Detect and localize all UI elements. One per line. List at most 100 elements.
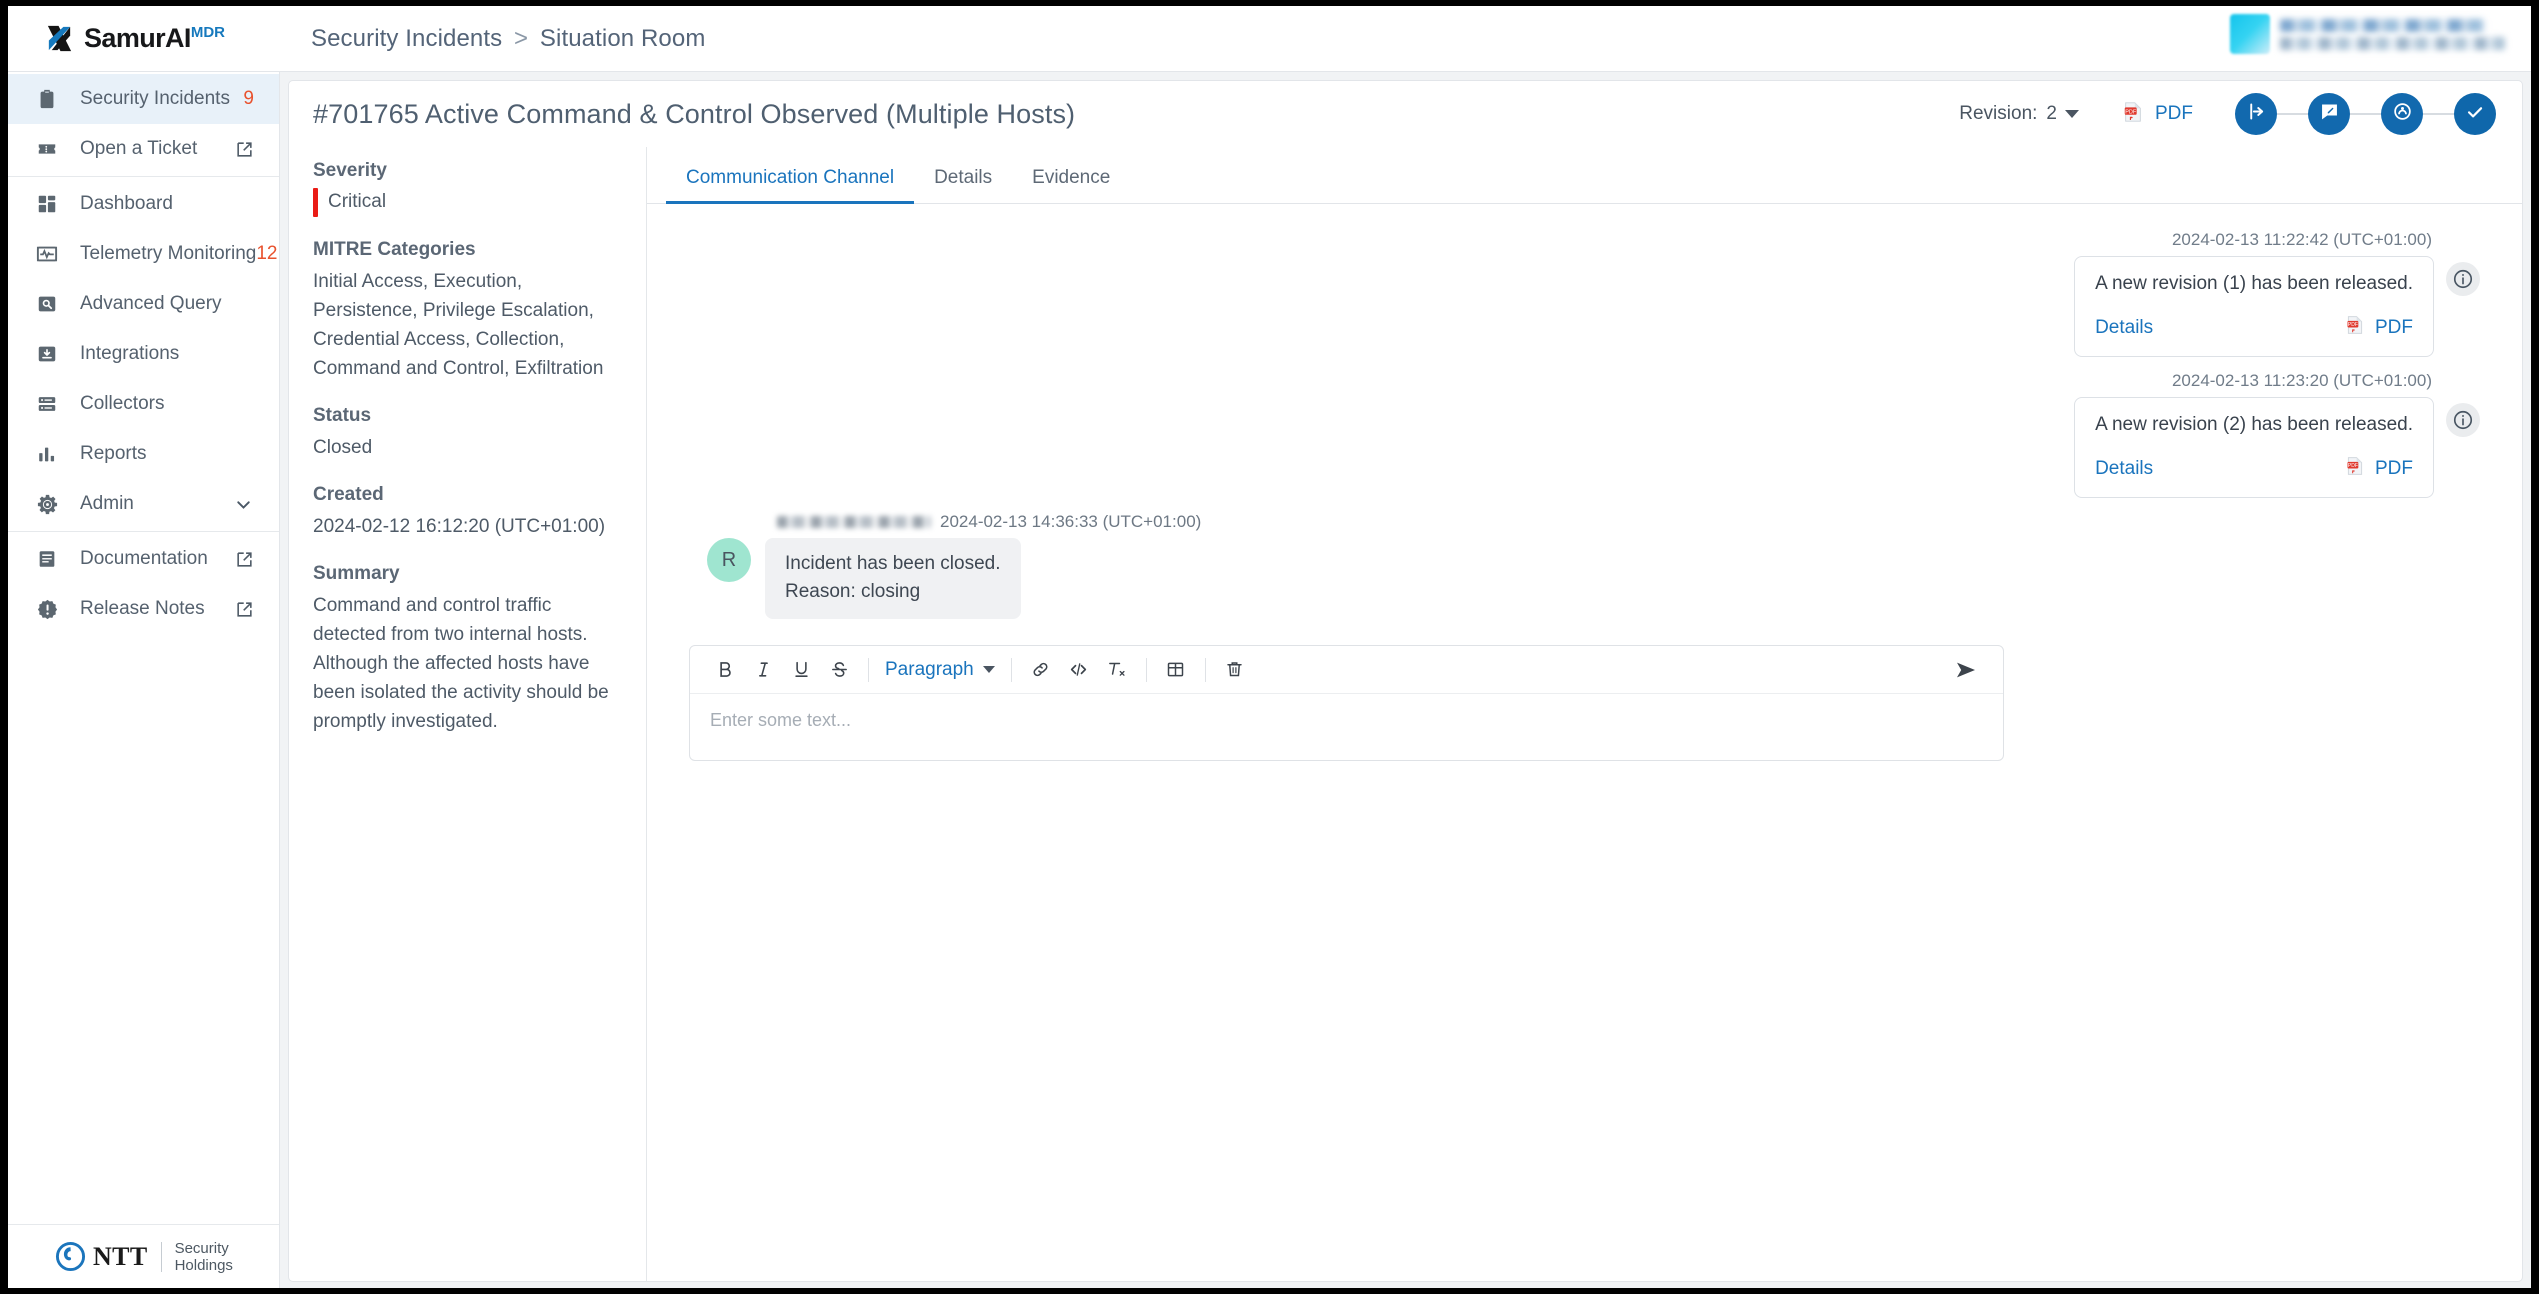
link-icon[interactable]: [1022, 653, 1060, 687]
underline-icon[interactable]: [782, 653, 820, 687]
download-box-icon: [34, 341, 60, 367]
breadcrumb-current: Situation Room: [539, 24, 706, 52]
footer-divider: [160, 1241, 162, 1272]
bold-icon[interactable]: [706, 653, 744, 687]
chevron-down-icon: [2065, 110, 2079, 118]
step-connector: [2423, 113, 2454, 115]
bar-chart-icon: [34, 441, 60, 467]
sidebar-item-label: Open a Ticket: [80, 138, 198, 159]
info-circle-icon[interactable]: [2446, 262, 2480, 296]
ntt-logo-icon: NTT: [55, 1241, 148, 1272]
status-badge: Critical: [313, 188, 620, 217]
svg-text:PDF: PDF: [2125, 109, 2137, 115]
send-icon[interactable]: [1945, 653, 1987, 687]
sidebar-item-open-a-ticket[interactable]: Open a Ticket: [8, 124, 279, 174]
sidebar-item-label: Release Notes: [80, 598, 205, 619]
step-response[interactable]: [2381, 93, 2423, 135]
code-icon[interactable]: [1060, 653, 1098, 687]
chevron-down-icon[interactable]: [233, 494, 254, 515]
italic-icon[interactable]: [744, 653, 782, 687]
sidebar-item-release-notes[interactable]: Release Notes: [8, 584, 279, 634]
incident-opened-icon: [2246, 101, 2267, 127]
sidebar-item-admin[interactable]: Admin: [8, 479, 279, 529]
paragraph-label: Paragraph: [885, 658, 974, 680]
avatar: R: [707, 538, 751, 582]
revision-card: A new revision (1) has been released. De…: [2074, 256, 2434, 357]
sidebar-item-label: Security Incidents: [80, 88, 230, 109]
message-line-2: Reason: closing: [785, 580, 921, 602]
sidebar-item-collectors[interactable]: Collectors: [8, 379, 279, 429]
tab-evidence[interactable]: Evidence: [1012, 167, 1130, 203]
message-timestamp: 2024-02-13 11:22:42 (UTC+01:00): [2171, 230, 2432, 249]
status-label: Status: [313, 404, 372, 426]
sidebar-item-dashboard[interactable]: Dashboard: [8, 179, 279, 229]
pdf-file-icon: PDF: [2345, 313, 2365, 342]
page-title: #701765 Active Command & Control Observe…: [313, 98, 1076, 129]
system-message: 2024-02-13 11:23:20 (UTC+01:00) A new re…: [689, 371, 2480, 498]
breadcrumb-root[interactable]: Security Incidents: [311, 25, 502, 52]
info-circle-icon[interactable]: [2446, 403, 2480, 437]
sidebar-item-advanced-query[interactable]: Advanced Query: [8, 279, 279, 329]
revision-selector[interactable]: Revision: 2: [1959, 103, 2079, 125]
message-input[interactable]: Enter some text...: [690, 694, 2003, 760]
sidebar-item-label: Admin: [80, 493, 134, 514]
brand-logo[interactable]: SamurAI MDR: [8, 23, 280, 54]
tab-bar: Communication Channel Details Evidence: [647, 147, 2522, 204]
paragraph-style-dropdown[interactable]: Paragraph: [879, 659, 1001, 681]
document-icon: [34, 546, 60, 572]
sidebar-item-security-incidents[interactable]: Security Incidents 9: [8, 74, 279, 124]
sidebar-item-documentation[interactable]: Documentation: [8, 534, 279, 584]
message-timestamp: 2024-02-13 11:23:20 (UTC+01:00): [2171, 371, 2432, 390]
user-avatar-icon[interactable]: [2230, 14, 2270, 54]
clear-format-icon[interactable]: [1098, 653, 1136, 687]
step-closed[interactable]: [2454, 93, 2496, 135]
system-message-row: A new revision (2) has been released. De…: [2074, 397, 2480, 498]
sidebar-item-label: Dashboard: [80, 193, 173, 214]
toolbar-separator: [1145, 657, 1147, 682]
user-menu[interactable]: [2230, 14, 2505, 54]
sidebar-item-label: Telemetry Monitoring: [80, 243, 257, 264]
svg-text:PDF: PDF: [2348, 463, 2358, 469]
toolbar-separator: [1010, 657, 1012, 682]
pdf-export-button[interactable]: PDF PDF: [2122, 99, 2193, 130]
pdf-download-button[interactable]: PDF PDF: [2345, 454, 2413, 483]
card-content: Severity Critical MITRE Categories Initi…: [289, 147, 2522, 1281]
pdf-download-button[interactable]: PDF PDF: [2345, 313, 2413, 342]
sidebar-group-resources: Documentation Release Notes: [8, 531, 279, 636]
step-opened[interactable]: [2235, 93, 2277, 135]
revision-dropdown[interactable]: 2: [2046, 103, 2079, 125]
pdf-label: PDF: [2375, 457, 2413, 479]
situation-room-card: #701765 Active Command & Control Observe…: [288, 80, 2523, 1282]
ntt-wordmark: NTT: [93, 1241, 148, 1271]
trash-icon[interactable]: [1216, 653, 1254, 687]
search-box-icon: [34, 291, 60, 317]
sidebar-badge: 12: [256, 243, 278, 264]
sidebar-group-incidents: Security Incidents 9 Open a Ticket: [8, 72, 279, 176]
sidebar-item-reports[interactable]: Reports: [8, 429, 279, 479]
status-value: Closed: [313, 436, 373, 458]
strikethrough-icon[interactable]: [820, 653, 858, 687]
brand-suffix: MDR: [190, 24, 226, 41]
sidebar-item-telemetry-monitoring[interactable]: Telemetry Monitoring 12: [8, 229, 279, 279]
tab-communication-channel[interactable]: Communication Channel: [666, 167, 915, 204]
step-analysis[interactable]: [2308, 93, 2350, 135]
svg-text:PDF: PDF: [2348, 322, 2358, 328]
sidebar-item-integrations[interactable]: Integrations: [8, 329, 279, 379]
incident-details-pane: Severity Critical MITRE Categories Initi…: [289, 147, 647, 1281]
message-timestamp: 2024-02-13 14:36:33 (UTC+01:00): [940, 512, 1202, 531]
severity-bar: [313, 188, 318, 217]
card-actions: Details PDF PDF: [2095, 454, 2413, 483]
user-message-row: R Incident has been closed. Reason: clos…: [689, 538, 2480, 620]
message-line-1: Incident has been closed.: [785, 553, 1001, 574]
table-icon[interactable]: [1157, 653, 1195, 687]
details-link[interactable]: Details: [2095, 458, 2153, 480]
created-label: Created: [313, 483, 384, 505]
pdf-file-icon: PDF: [2122, 99, 2144, 130]
toolbar-separator: [868, 657, 869, 682]
body-wrapper: Security Incidents 9 Open a Ticket Dashb…: [8, 72, 2531, 1288]
tab-details[interactable]: Details: [914, 167, 1012, 203]
mitre-label: MITRE Categories: [313, 238, 476, 260]
details-link[interactable]: Details: [2095, 317, 2153, 339]
user-name-redacted: [2280, 18, 2485, 32]
